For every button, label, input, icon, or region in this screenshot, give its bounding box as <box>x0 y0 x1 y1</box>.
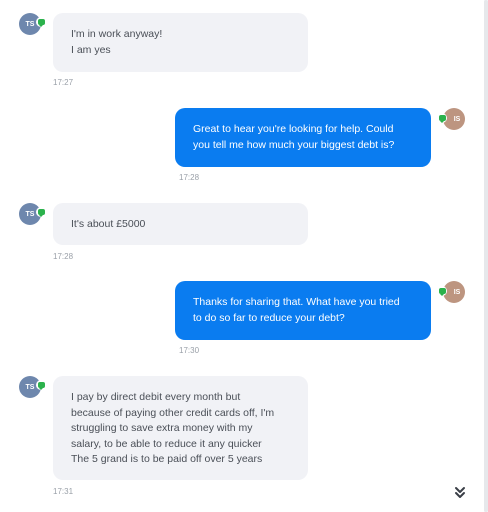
message-timestamp: 17:30 <box>179 346 200 355</box>
message-text-line: to do so far to reduce your debt? <box>193 311 345 324</box>
message-bubble: It's about £5000 <box>53 203 308 245</box>
double-chevron-down-icon <box>455 487 465 498</box>
message-text-line: The 5 grand is to be paid off over 5 yea… <box>71 453 263 465</box>
scroll-to-bottom-button[interactable] <box>450 484 470 502</box>
sms-chat-icon <box>36 207 46 217</box>
message-text-line: salary, to be able to reduce it any quic… <box>71 437 262 450</box>
message-timestamp: 17:31 <box>53 487 74 496</box>
scrollbar-thumb[interactable] <box>484 0 488 512</box>
message-text-line: I pay by direct debit every month but <box>71 391 241 403</box>
message-text-line: because of paying other credit cards off… <box>71 406 275 419</box>
message-text-line: Great to hear you're looking for help. C… <box>193 123 394 135</box>
message-bubble: Great to hear you're looking for help. C… <box>175 108 431 167</box>
message-bubble: I'm in work anyway! I am yes <box>53 13 308 72</box>
message-text-line: you tell me how much your biggest debt i… <box>193 138 395 151</box>
message-text-line: Thanks for sharing that. What have you t… <box>193 296 400 308</box>
sms-chat-icon <box>437 286 447 296</box>
message-timestamp: 17:28 <box>53 252 74 261</box>
message-text-line: struggling to save extra money with my <box>71 422 253 434</box>
message-text-line: I'm in work anyway! <box>71 28 163 40</box>
message-timestamp: 17:27 <box>53 78 74 87</box>
sms-chat-icon <box>36 17 46 27</box>
message-text-line: It's about £5000 <box>71 218 146 230</box>
sms-chat-icon <box>36 380 46 390</box>
sms-chat-icon <box>437 113 447 123</box>
message-bubble: I pay by direct debit every month but be… <box>53 376 308 480</box>
message-timestamp: 17:28 <box>179 173 200 182</box>
message-bubble: Thanks for sharing that. What have you t… <box>175 281 431 340</box>
message-text-line: I am yes <box>71 43 111 56</box>
